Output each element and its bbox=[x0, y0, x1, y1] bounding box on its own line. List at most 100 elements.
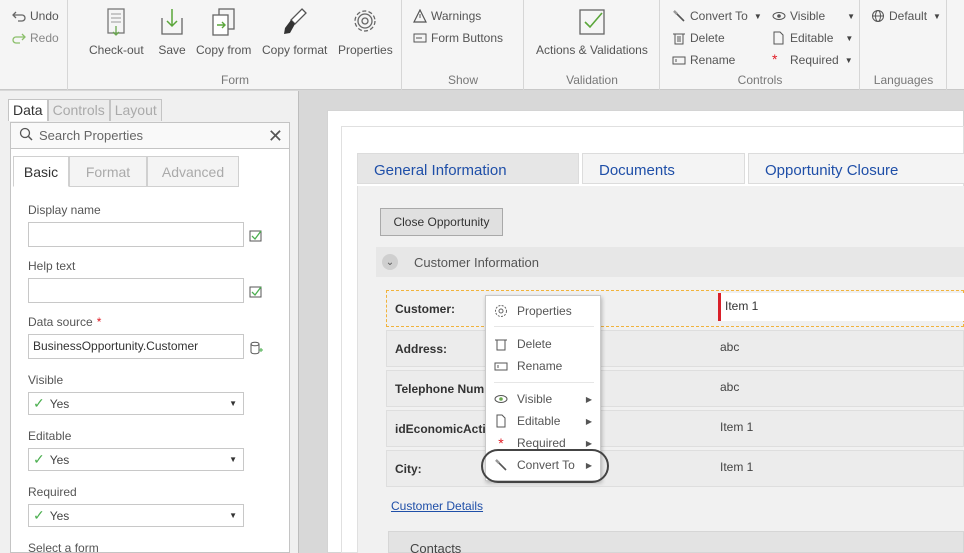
data-source-field[interactable]: BusinessOpportunity.Customer bbox=[28, 334, 244, 359]
checkbox-icon[interactable] bbox=[249, 285, 263, 299]
help-text-field[interactable] bbox=[28, 278, 244, 303]
panel-tabs: Data Controls Layout bbox=[8, 99, 162, 121]
trash-icon bbox=[672, 31, 686, 45]
close-icon[interactable]: ✕ bbox=[268, 126, 283, 147]
actions-validations-button[interactable]: Actions & Validations bbox=[536, 6, 648, 57]
customer-details-link[interactable]: Customer Details bbox=[391, 499, 483, 513]
menu-item-editable[interactable]: Editable ▶ bbox=[486, 411, 600, 431]
highlight-ring bbox=[481, 449, 609, 483]
property-sub-tabs: Basic Format Advanced bbox=[13, 156, 239, 187]
visible-select[interactable]: ✓ Yes ▼ bbox=[28, 392, 244, 415]
required-label: Required bbox=[28, 485, 77, 499]
chevron-down-icon: ▼ bbox=[229, 511, 237, 520]
tab-data[interactable]: Data bbox=[8, 99, 48, 121]
asterisk-icon: * bbox=[772, 51, 778, 67]
city-row[interactable]: City: Item 1 bbox=[386, 450, 964, 487]
form-buttons-button[interactable]: Form Buttons bbox=[413, 31, 503, 45]
copy-format-button[interactable]: Copy format bbox=[262, 6, 327, 57]
menu-item-rename[interactable]: Rename bbox=[486, 356, 600, 376]
rename-icon bbox=[672, 53, 686, 67]
display-name-field[interactable] bbox=[28, 222, 244, 247]
convert-to-button[interactable]: Convert To ▼ bbox=[672, 9, 762, 23]
menu-item-delete[interactable]: Delete bbox=[486, 334, 600, 354]
properties-button[interactable]: Properties bbox=[338, 6, 393, 57]
gear-icon bbox=[354, 10, 376, 32]
languages-group-title: Languages bbox=[873, 73, 934, 87]
chevron-down-icon: ▼ bbox=[229, 399, 237, 408]
edit-page-icon bbox=[772, 31, 786, 45]
trash-icon bbox=[494, 337, 508, 351]
database-icon[interactable] bbox=[249, 341, 263, 355]
delete-button[interactable]: Delete bbox=[672, 31, 725, 45]
check-icon: ✓ bbox=[33, 507, 45, 523]
save-icon bbox=[161, 9, 183, 35]
checkbox-icon[interactable] bbox=[249, 229, 263, 243]
editable-select[interactable]: ✓ Yes ▼ bbox=[28, 448, 244, 471]
search-input[interactable]: Search Properties bbox=[39, 128, 143, 143]
menu-item-visible[interactable]: Visible ▶ bbox=[486, 389, 600, 409]
validation-group-title: Validation bbox=[566, 73, 618, 87]
redo-icon bbox=[12, 31, 26, 45]
gear-icon bbox=[494, 304, 508, 318]
copy-from-icon bbox=[212, 8, 235, 36]
search-properties[interactable]: Search Properties ✕ bbox=[11, 123, 289, 149]
chevron-right-icon: ▶ bbox=[585, 416, 592, 426]
warnings-button[interactable]: Warnings bbox=[413, 8, 481, 23]
search-icon bbox=[19, 127, 33, 144]
eye-icon bbox=[494, 392, 508, 406]
customer-information-section[interactable]: ⌄ Customer Information bbox=[376, 247, 964, 277]
controls-group: Convert To ▼ Delete Rename Visible ▼ Edita… bbox=[661, 0, 860, 90]
undo-button[interactable]: Undo bbox=[12, 9, 59, 23]
language-default-button[interactable]: Default ▼ bbox=[871, 9, 941, 23]
select-form-label: Select a form bbox=[28, 541, 99, 553]
form-group-title: Form bbox=[221, 73, 249, 87]
editable-button[interactable]: Editable ▼ bbox=[772, 31, 853, 45]
tab-advanced[interactable]: Advanced bbox=[147, 156, 239, 187]
required-asterisk: * bbox=[96, 315, 102, 329]
close-opportunity-button[interactable]: Close Opportunity bbox=[380, 208, 503, 236]
tab-layout[interactable]: Layout bbox=[109, 99, 162, 121]
address-row[interactable]: Address: abc bbox=[386, 330, 964, 367]
rename-button[interactable]: Rename bbox=[672, 53, 735, 67]
check-out-button[interactable]: Check-out bbox=[89, 6, 144, 57]
validation-check-icon bbox=[579, 9, 605, 35]
tab-documents[interactable]: Documents bbox=[582, 153, 745, 184]
menu-item-properties[interactable]: Properties bbox=[486, 301, 600, 321]
show-group-title: Show bbox=[447, 73, 479, 87]
chevron-right-icon: ▶ bbox=[585, 394, 592, 404]
validation-group: Actions & Validations Validation bbox=[525, 0, 660, 90]
languages-group: Default ▼ Languages bbox=[861, 0, 947, 90]
tab-basic[interactable]: Basic bbox=[13, 156, 69, 187]
rename-icon bbox=[494, 359, 508, 373]
paintbrush-icon bbox=[283, 8, 307, 34]
required-button[interactable]: * Required ▼ bbox=[772, 51, 853, 67]
customer-field[interactable]: Item 1 bbox=[718, 293, 964, 321]
visible-button[interactable]: Visible ▼ bbox=[772, 9, 855, 23]
ribbon: Undo Redo Check-out Save Copy from Copy … bbox=[0, 0, 964, 90]
tab-controls[interactable]: Controls bbox=[47, 99, 110, 121]
copy-from-button[interactable]: Copy from bbox=[196, 6, 251, 57]
check-icon: ✓ bbox=[33, 395, 45, 411]
chevron-down-icon: ▼ bbox=[229, 455, 237, 464]
eye-icon bbox=[772, 9, 786, 23]
history-group: Undo Redo bbox=[0, 0, 68, 90]
redo-button[interactable]: Redo bbox=[12, 31, 59, 45]
display-name-label: Display name bbox=[28, 203, 101, 217]
editable-label: Editable bbox=[28, 429, 72, 443]
menu-divider bbox=[494, 326, 594, 327]
data-source-label: Data source * bbox=[28, 315, 102, 329]
chevron-right-icon: ▶ bbox=[585, 438, 592, 448]
help-text-label: Help text bbox=[28, 259, 76, 273]
properties-box: Search Properties ✕ Basic Format Advance… bbox=[10, 122, 290, 553]
contacts-section[interactable]: Contacts bbox=[388, 531, 964, 553]
section-title: Customer Information bbox=[414, 254, 539, 270]
tab-general-information[interactable]: General Information bbox=[357, 153, 579, 184]
required-select[interactable]: ✓ Yes ▼ bbox=[28, 504, 244, 527]
chevron-down-icon[interactable]: ⌄ bbox=[382, 254, 398, 270]
telephone-row[interactable]: Telephone Num abc bbox=[386, 370, 964, 407]
tab-format[interactable]: Format bbox=[69, 156, 147, 187]
form-buttons-icon bbox=[413, 31, 427, 45]
save-button[interactable]: Save bbox=[157, 6, 187, 57]
economic-activity-row[interactable]: idEconomicActiv Item 1 bbox=[386, 410, 964, 447]
tab-opportunity-closure[interactable]: Opportunity Closure bbox=[748, 153, 964, 184]
